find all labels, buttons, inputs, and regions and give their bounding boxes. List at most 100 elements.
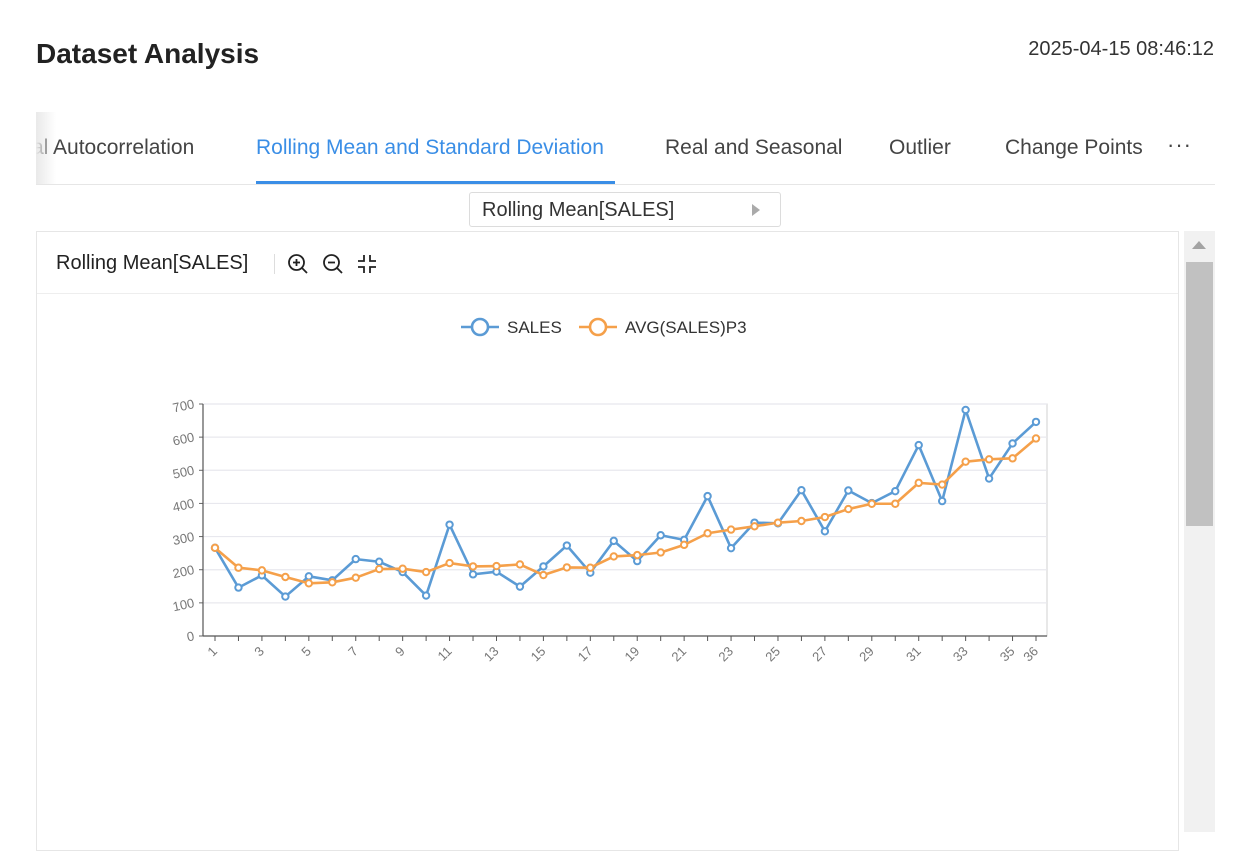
data-point — [445, 558, 454, 568]
data-point — [844, 504, 853, 514]
data-point — [609, 552, 618, 561]
data-point — [351, 573, 360, 582]
data-point — [984, 455, 994, 464]
x-tick-label: 19 — [622, 644, 643, 665]
tab-autocorrelation[interactable]: al Autocorrelation — [36, 136, 194, 160]
data-point — [961, 405, 970, 415]
data-point — [562, 563, 572, 572]
data-point — [937, 480, 947, 489]
x-tick-label: 36 — [1020, 644, 1041, 665]
data-point — [304, 579, 314, 588]
y-tick-label: 0 — [185, 628, 195, 644]
data-point — [281, 592, 290, 601]
x-tick-label: 3 — [251, 644, 267, 660]
data-point — [984, 474, 994, 483]
x-tick-label: 27 — [809, 644, 830, 665]
y-tick-label: 500 — [171, 463, 195, 482]
x-tick-label: 1 — [204, 644, 220, 660]
legend-marker — [588, 317, 608, 337]
zoom-in-icon[interactable] — [286, 252, 310, 276]
data-point — [468, 562, 478, 571]
data-point — [609, 536, 618, 546]
collapse-icon[interactable] — [355, 252, 379, 276]
page-title: Dataset Analysis — [36, 38, 260, 69]
data-point — [210, 543, 220, 553]
data-point — [234, 583, 243, 592]
x-tick-label: 15 — [528, 644, 549, 665]
x-tick-label: 23 — [715, 644, 736, 665]
data-point — [375, 564, 384, 574]
divider — [274, 254, 275, 274]
data-point — [891, 486, 900, 496]
y-tick-label: 300 — [171, 529, 195, 548]
caret-right-icon — [752, 204, 760, 216]
data-point — [539, 562, 548, 571]
data-point — [726, 543, 736, 553]
y-tick-label: 200 — [171, 562, 195, 581]
x-tick-label: 13 — [481, 644, 502, 665]
data-point — [468, 570, 478, 579]
chart-panel-title: Rolling Mean[SALES] — [56, 252, 249, 274]
data-point — [421, 591, 431, 600]
series-line-avg — [214, 437, 1037, 585]
tab-real-seasonal[interactable]: Real and Seasonal — [665, 136, 842, 160]
data-point — [867, 499, 876, 508]
data-point — [539, 570, 548, 580]
data-point — [328, 578, 337, 587]
data-point — [1008, 454, 1017, 463]
data-point — [703, 491, 712, 501]
y-tick-label: 400 — [171, 496, 195, 515]
x-tick-label: 33 — [950, 644, 971, 665]
data-point — [281, 572, 290, 582]
zoom-out-icon[interactable] — [321, 252, 345, 276]
data-point — [633, 550, 642, 560]
data-point — [797, 516, 806, 526]
x-tick-label: 35 — [997, 644, 1018, 665]
data-point — [820, 527, 830, 536]
series-selector[interactable]: Rolling Mean[SALES] — [469, 192, 781, 227]
data-point — [562, 541, 572, 550]
x-tick-label: 5 — [298, 644, 314, 660]
data-point — [586, 563, 595, 572]
data-point — [914, 440, 923, 450]
data-point — [375, 557, 384, 566]
x-tick-label: 11 — [435, 644, 455, 664]
x-tick-label: 9 — [392, 644, 408, 660]
scrollbar-thumb[interactable] — [1186, 262, 1213, 526]
rolling-mean-chart: 01002003004005006007001 3 5 7 9 11 13 15 17 19 21 2… — [171, 317, 1048, 665]
x-tick-label: 7 — [345, 644, 361, 660]
tab-rolling-mean[interactable]: Rolling Mean and Standard Deviation — [256, 136, 604, 160]
x-tick-label: 25 — [762, 644, 783, 665]
tab-change-points[interactable]: Change Points — [1005, 136, 1143, 160]
data-point — [421, 567, 431, 577]
data-point — [351, 554, 360, 564]
data-point — [844, 486, 853, 495]
active-tab-indicator — [256, 181, 615, 184]
plot-frame — [202, 403, 1048, 637]
data-point — [914, 478, 923, 488]
data-point — [656, 548, 665, 557]
tab-outlier[interactable]: Outlier — [889, 136, 951, 160]
data-point — [1031, 434, 1041, 443]
data-point — [820, 512, 830, 522]
chart-panel-header: Rolling Mean[SALES] — [37, 232, 1178, 294]
y-tick-label: 700 — [171, 396, 195, 415]
data-point — [726, 525, 736, 534]
data-point — [750, 522, 759, 531]
legend-label: SALES — [507, 318, 562, 337]
tab-bar: al Autocorrelation Rolling Mean and Stan… — [36, 112, 1215, 185]
scrollbar[interactable] — [1184, 231, 1215, 832]
data-point — [492, 561, 501, 571]
tabs-more-icon[interactable]: ··· — [1167, 132, 1192, 158]
x-tick-label: 21 — [668, 644, 689, 665]
tab-scroll-fade — [36, 112, 56, 184]
data-point — [656, 531, 665, 540]
timestamp: 2025-04-15 08:46:12 — [1028, 38, 1214, 60]
data-point — [515, 582, 525, 591]
data-point — [703, 529, 712, 538]
data-point — [398, 564, 407, 573]
data-point — [773, 518, 783, 527]
scroll-up-arrow-icon[interactable] — [1192, 241, 1206, 249]
legend-label: AVG(SALES)P3 — [625, 318, 747, 337]
y-tick-label: 100 — [171, 595, 195, 614]
